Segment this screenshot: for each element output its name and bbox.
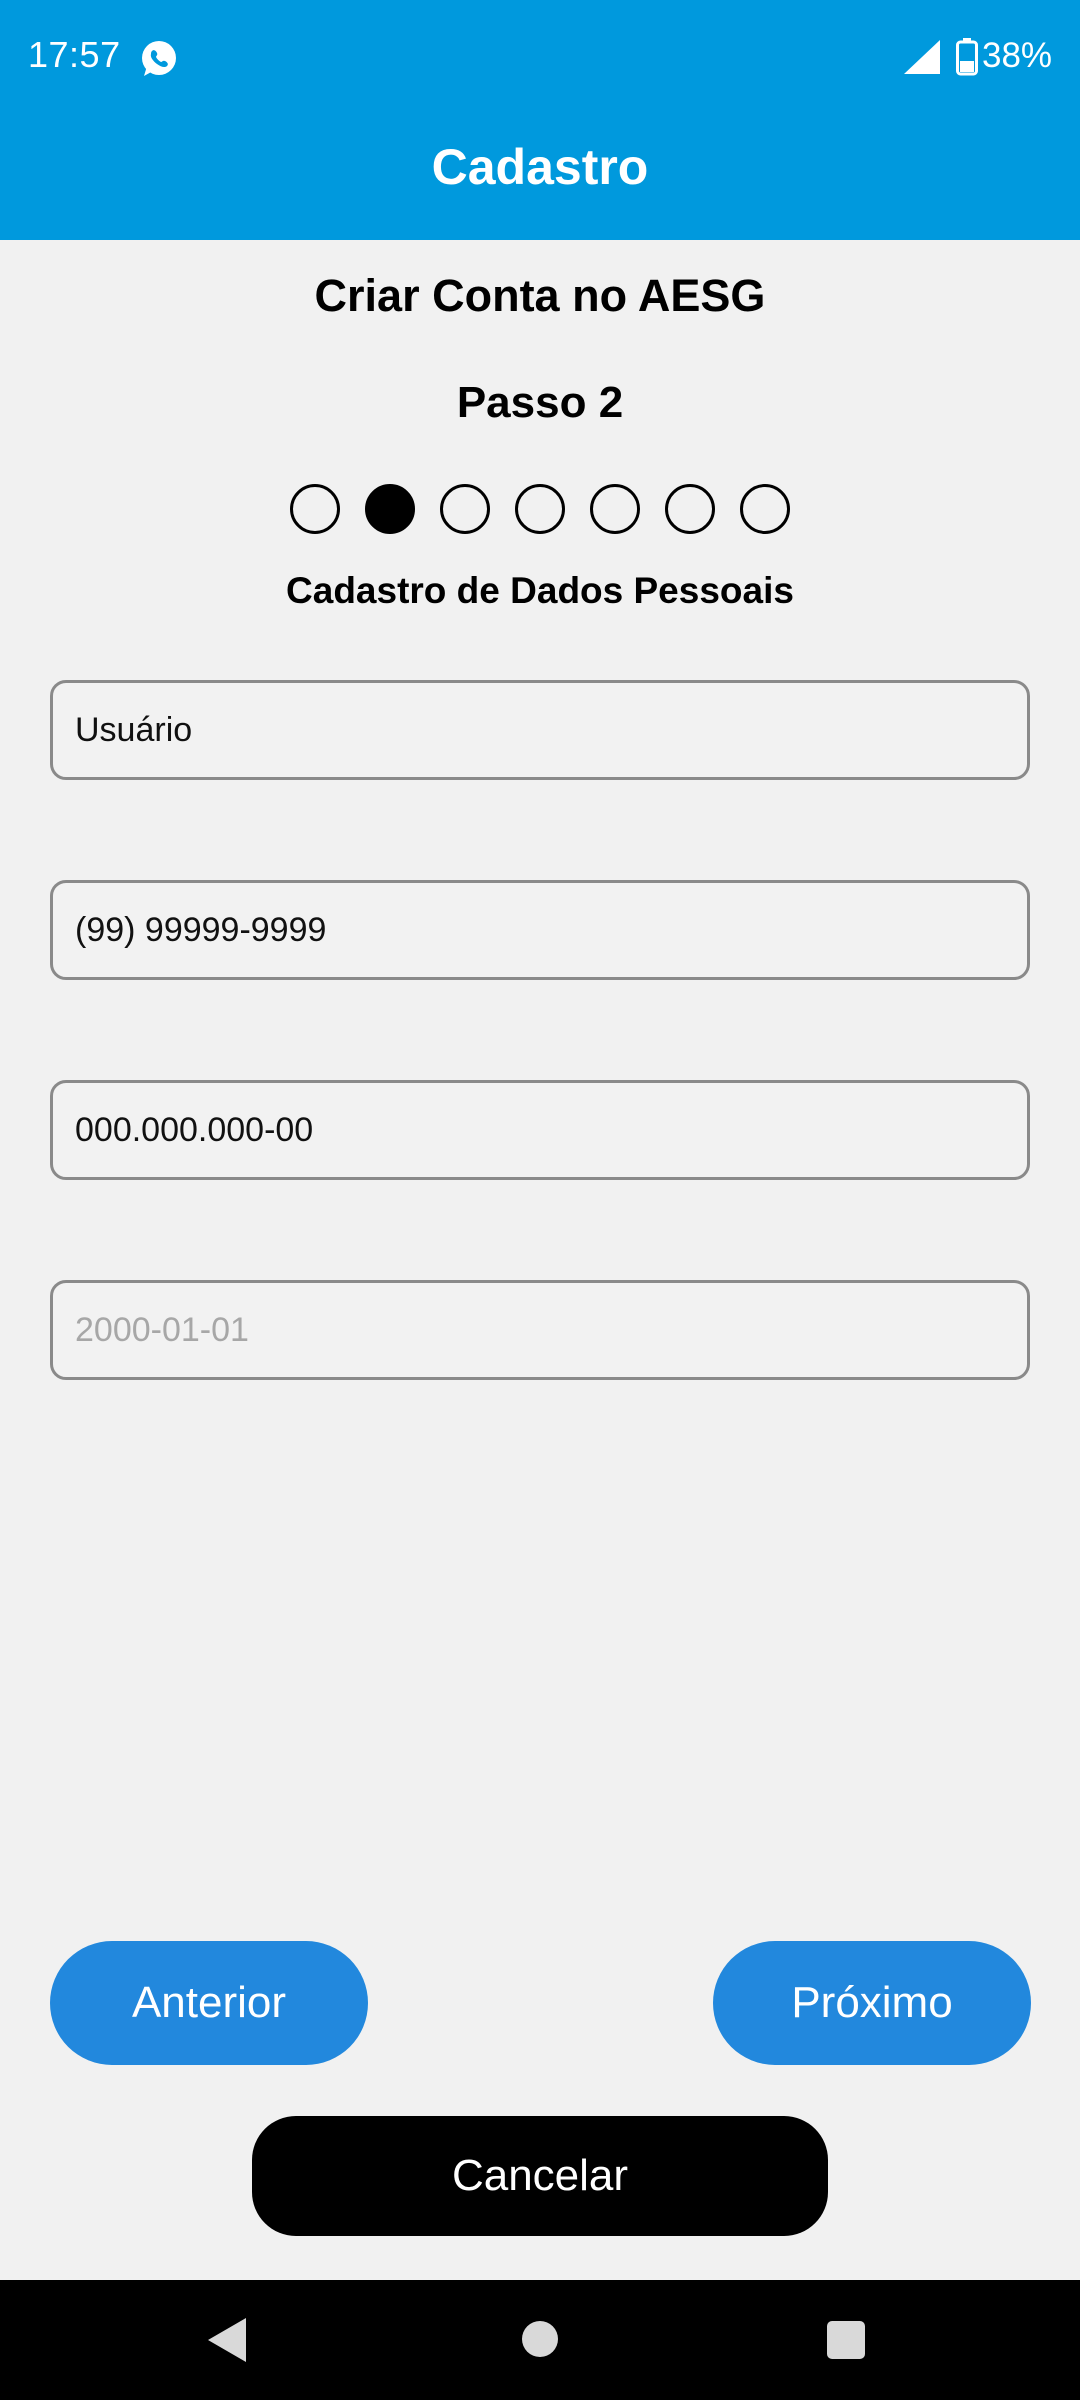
battery-percent: 38% [982, 36, 1053, 75]
step-dot-5 [590, 484, 640, 534]
cell-signal-icon [904, 40, 940, 74]
next-button[interactable]: Próximo [713, 1941, 1031, 2065]
battery-icon [956, 38, 978, 76]
step-dot-1 [290, 484, 340, 534]
app-bar-title: Cadastro [431, 139, 649, 195]
home-circle-icon[interactable] [521, 2320, 559, 2358]
system-nav-bar [0, 2280, 1080, 2400]
step-dot-7 [740, 484, 790, 534]
status-time: 17:57 [28, 34, 121, 75]
username-input[interactable] [50, 680, 1030, 780]
phone-input[interactable] [50, 880, 1030, 980]
back-triangle-icon[interactable] [206, 2316, 250, 2364]
header: 17:57 38% Cadastro [0, 0, 1080, 240]
step-label: Passo 2 [456, 378, 624, 427]
recents-square-icon[interactable] [826, 2320, 866, 2360]
step-dot-6 [665, 484, 715, 534]
birthdate-input[interactable] [50, 1280, 1030, 1380]
previous-button[interactable]: Anterior [50, 1941, 368, 2065]
step-indicator [290, 484, 790, 536]
app-root: 17:57 38% Cadastro Criar Conta no AESG P… [0, 0, 1080, 2400]
step-dot-3 [440, 484, 490, 534]
whatsapp-icon [142, 41, 176, 76]
page-title: Criar Conta no AESG [314, 270, 766, 321]
cpf-input[interactable] [50, 1080, 1030, 1180]
section-title: Cadastro de Dados Pessoais [286, 570, 794, 611]
step-dot-4 [515, 484, 565, 534]
step-dot-2-active [365, 484, 415, 534]
status-bar: 17:57 38% [0, 0, 1080, 116]
cancel-button[interactable]: Cancelar [252, 2116, 828, 2236]
